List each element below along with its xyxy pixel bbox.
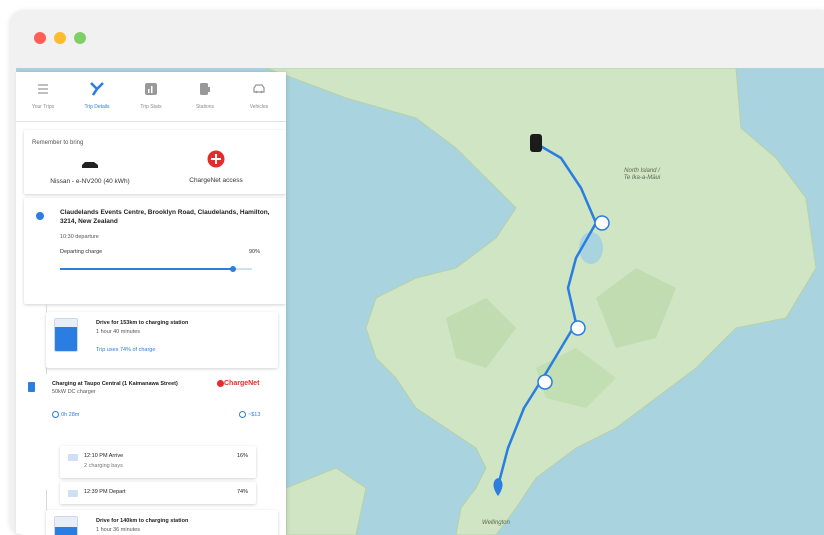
tab-label: Trip Stats: [140, 104, 162, 110]
departure-time: 10:30 departure: [60, 234, 99, 240]
battery-icon: [54, 516, 78, 535]
charging-bays: 2 charging bays: [84, 463, 123, 469]
trip-panel: Your Trips Trip Details Trip Stats Stati…: [16, 72, 286, 535]
vehicle-label: Nissan - e-NV200 (40 kWh): [50, 178, 130, 185]
battery-icon: [54, 318, 78, 352]
charger-marker-2[interactable]: [570, 320, 586, 336]
battery-empty: [55, 517, 77, 527]
battery-fill: [55, 327, 77, 351]
depart-time: 12:39 PM Depart: [84, 489, 126, 495]
wellington-label: Wellington: [482, 520, 510, 526]
tab-label: Vehicles: [249, 104, 269, 110]
remember-title: Remember to bring: [32, 140, 84, 146]
chargenet-icon: [207, 150, 225, 168]
tab-label: Stations: [195, 104, 215, 110]
stats-icon: [143, 81, 159, 97]
south-island-land: [285, 467, 367, 535]
depart-card[interactable]: 12:39 PM Depart 74%: [60, 482, 256, 504]
clock-icon: [52, 411, 59, 418]
arrive-charge: 16%: [236, 453, 248, 459]
vehicle-item: Nissan - e-NV200 (40 kWh): [30, 156, 150, 185]
tab-your-trips[interactable]: Your Trips: [16, 72, 70, 121]
drive-leg-2[interactable]: Drive for 140km to charging station 1 ho…: [46, 510, 278, 535]
chargenet-brand: ChargeNet: [224, 380, 260, 387]
leg-duration: 1 hour 36 minutes: [96, 527, 141, 533]
window-titlebar: [10, 10, 824, 68]
tab-label: Trip Details: [84, 104, 110, 110]
minimize-window-button[interactable]: [54, 32, 66, 44]
drive-leg-1[interactable]: Drive for 153km to charging station 1 ho…: [46, 312, 278, 368]
charging-cost: ~$13: [248, 412, 261, 418]
tab-label: Your Trips: [31, 104, 55, 110]
maximize-window-button[interactable]: [74, 32, 86, 44]
leg-title: Drive for 140km to charging station: [96, 518, 189, 524]
arrive-time: 12:10 PM Arrive: [84, 453, 124, 459]
depart-icon: [68, 490, 78, 497]
charging-duration: 0h 28m: [61, 412, 80, 418]
slider-fill: [60, 268, 233, 270]
access-item: ChargeNet access: [156, 150, 276, 184]
departing-charge-value: 90%: [248, 249, 260, 255]
battery-empty: [55, 319, 77, 328]
cost-icon: [239, 411, 246, 418]
tab-trip-stats[interactable]: Trip Stats: [124, 72, 178, 121]
app-window: North Island / Te Ika-a-Māui Wellington …: [10, 10, 824, 535]
departing-charge-slider[interactable]: [60, 266, 252, 272]
north-island-label: North Island / Te Ika-a-Māui: [623, 168, 661, 181]
origin-card: Claudelands Events Centre, Brooklyn Road…: [24, 198, 286, 304]
list-icon: [35, 81, 51, 97]
leg-usage: Trip uses 74% of charge: [96, 347, 156, 353]
departing-charge-label: Departing charge: [60, 249, 103, 255]
tab-stations[interactable]: Stations: [178, 72, 232, 121]
origin-address: Claudelands Events Centre, Brooklyn Road…: [60, 209, 270, 225]
remember-card: Remember to bring Nissan - e-NV200 (40 k…: [24, 130, 286, 194]
charger-marker-3[interactable]: [537, 374, 553, 390]
tab-bar: Your Trips Trip Details Trip Stats Stati…: [16, 72, 286, 122]
leg-duration: 1 hour 40 minutes: [96, 329, 141, 335]
station-icon: [197, 81, 213, 97]
battery-fill: [55, 526, 77, 535]
access-label: ChargeNet access: [189, 177, 243, 184]
car-icon: [251, 81, 267, 97]
tab-trip-details[interactable]: Trip Details: [70, 72, 124, 121]
route-icon: [89, 81, 105, 97]
chargenet-logo-icon: [217, 380, 224, 387]
depart-charge: 74%: [236, 489, 248, 495]
start-car-marker[interactable]: [530, 134, 542, 152]
leg-title: Drive for 153km to charging station: [96, 320, 189, 326]
tab-vehicles[interactable]: Vehicles: [232, 72, 286, 121]
slider-knob[interactable]: [229, 266, 236, 272]
charger-type: 50kW DC charger: [52, 389, 96, 395]
charging-icon: [28, 382, 35, 392]
arrive-icon: [68, 454, 78, 461]
origin-marker: [36, 212, 44, 220]
charging-title: Charging at Taupo Central (1 Kaimanawa S…: [52, 381, 178, 387]
charger-marker-1[interactable]: [594, 215, 610, 231]
arrive-card[interactable]: 12:10 PM Arrive 2 charging bays 16%: [60, 446, 256, 478]
car-icon: [82, 162, 98, 168]
close-window-button[interactable]: [34, 32, 46, 44]
